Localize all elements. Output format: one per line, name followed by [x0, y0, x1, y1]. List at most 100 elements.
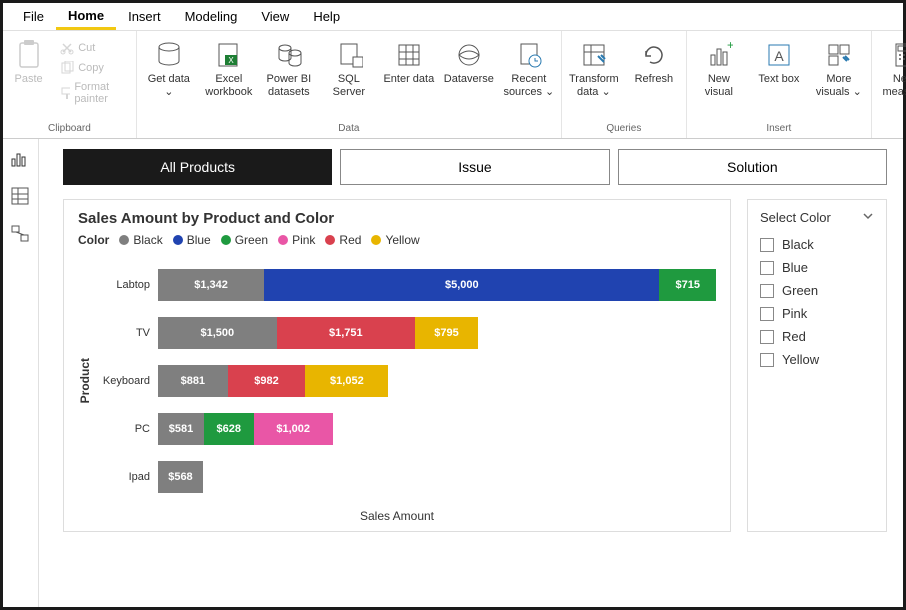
legend-title: Color [78, 233, 109, 247]
bar-segment-black[interactable]: $881 [158, 365, 228, 397]
slicer-option-yellow[interactable]: Yellow [760, 348, 874, 371]
svg-text:X: X [228, 56, 234, 65]
pbi-label: Power BI datasets [263, 73, 315, 98]
dataverse-icon [453, 39, 485, 71]
slicer-header: Select Color [760, 210, 874, 225]
legend-item-yellow[interactable]: Yellow [371, 233, 419, 247]
legend-swatch [173, 235, 183, 245]
bar-segment-green[interactable]: $715 [659, 269, 716, 301]
slicer-title: Select Color [760, 210, 831, 225]
ribbon-group-label: Data [338, 121, 359, 136]
paste-button[interactable]: Paste [9, 35, 48, 86]
menu-item-home[interactable]: Home [56, 4, 116, 30]
cut-button[interactable]: Cut [56, 39, 130, 57]
menu-item-view[interactable]: View [249, 5, 301, 28]
bar-segment-black[interactable]: $1,500 [158, 317, 277, 349]
model-view-icon[interactable] [11, 225, 31, 245]
checkbox-icon [760, 330, 774, 344]
menubar: FileHomeInsertModelingViewHelp [3, 3, 903, 31]
legend-item-blue[interactable]: Blue [173, 233, 211, 247]
button-tabs: All ProductsIssueSolution [63, 149, 887, 185]
legend-item-pink[interactable]: Pink [278, 233, 315, 247]
format-painter-button[interactable]: Format painter [56, 79, 130, 107]
refresh-button[interactable]: Refresh [628, 35, 680, 86]
ribbon-group-insert: +New visual AText box More visuals ⌄ Ins… [687, 31, 872, 138]
bar-segment-red[interactable]: $982 [228, 365, 306, 397]
legend-item-green[interactable]: Green [221, 233, 268, 247]
tab-solution[interactable]: Solution [618, 149, 887, 185]
bar-track: $581$628$1,002 [158, 413, 716, 445]
ribbon-group-data: Get data ⌄ X Excel workbook Power BI data… [137, 31, 562, 138]
bar-segment-pink[interactable]: $1,002 [254, 413, 333, 445]
excel-button[interactable]: X Excel workbook [203, 35, 255, 98]
bar-row: TV$1,500$1,751$795 [98, 309, 716, 357]
copy-button[interactable]: Copy [56, 59, 130, 77]
chart-title: Sales Amount by Product and Color [78, 210, 716, 227]
menu-item-insert[interactable]: Insert [116, 5, 173, 28]
bar-track: $1,500$1,751$795 [158, 317, 716, 349]
recent-label: Recent sources ⌄ [503, 73, 555, 98]
excel-label: Excel workbook [203, 73, 255, 98]
get-data-label: Get data ⌄ [143, 73, 195, 98]
bar-segment-black[interactable]: $581 [158, 413, 204, 445]
sql-icon [333, 39, 365, 71]
slicer-option-red[interactable]: Red [760, 325, 874, 348]
transform-data-button[interactable]: Transform data ⌄ [568, 35, 620, 98]
legend-item-red[interactable]: Red [325, 233, 361, 247]
slicer-option-green[interactable]: Green [760, 279, 874, 302]
menu-item-modeling[interactable]: Modeling [173, 5, 250, 28]
legend-swatch [221, 235, 231, 245]
bar-track: $1,342$5,000$715 [158, 269, 716, 301]
pbi-datasets-button[interactable]: Power BI datasets [263, 35, 315, 98]
bar-segment-yellow[interactable]: $1,052 [305, 365, 388, 397]
new-measure-button[interactable]: New measure [878, 35, 906, 98]
legend-item-black[interactable]: Black [119, 233, 162, 247]
bar-segment-red[interactable]: $1,751 [277, 317, 415, 349]
more-visuals-icon [823, 39, 855, 71]
sql-button[interactable]: SQL Server [323, 35, 375, 98]
recent-sources-button[interactable]: Recent sources ⌄ [503, 35, 555, 98]
refresh-icon [638, 39, 670, 71]
bar-segment-blue[interactable]: $5,000 [264, 269, 659, 301]
new-visual-button[interactable]: +New visual [693, 35, 745, 98]
slicer-option-pink[interactable]: Pink [760, 302, 874, 325]
slicer-option-black[interactable]: Black [760, 233, 874, 256]
slicer-option-blue[interactable]: Blue [760, 256, 874, 279]
text-box-button[interactable]: AText box [753, 35, 805, 86]
tab-all-products[interactable]: All Products [63, 149, 332, 185]
checkbox-icon [760, 284, 774, 298]
clipboard-small-buttons: Cut Copy Format painter [56, 35, 130, 107]
chart-visual[interactable]: Sales Amount by Product and Color Color B… [63, 199, 731, 532]
bar-category-label: Keyboard [98, 375, 158, 387]
textbox-icon: A [763, 39, 795, 71]
clipboard-icon [13, 39, 45, 71]
chevron-down-icon[interactable] [862, 210, 874, 225]
report-view-icon[interactable] [11, 149, 31, 169]
datasets-icon [273, 39, 305, 71]
get-data-button[interactable]: Get data ⌄ [143, 35, 195, 98]
bar-segment-black[interactable]: $1,342 [158, 269, 264, 301]
legend-swatch [119, 235, 129, 245]
bar-segment-black[interactable]: $568 [158, 461, 203, 493]
data-view-icon[interactable] [11, 187, 31, 207]
menu-item-help[interactable]: Help [301, 5, 352, 28]
bar-segment-yellow[interactable]: $795 [415, 317, 478, 349]
slicer-visual[interactable]: Select Color BlackBlueGreenPinkRedYellow [747, 199, 887, 532]
bar-segment-green[interactable]: $628 [204, 413, 254, 445]
checkbox-icon [760, 353, 774, 367]
menu-item-file[interactable]: File [11, 5, 56, 28]
bar-row: Labtop$1,342$5,000$715 [98, 261, 716, 309]
tab-issue[interactable]: Issue [340, 149, 609, 185]
bar-row: Keyboard$881$982$1,052 [98, 357, 716, 405]
legend-swatch [371, 235, 381, 245]
calculator-icon [888, 39, 906, 71]
ribbon-group-calc: New measure Quick measure Calculations [872, 31, 906, 138]
copy-label: Copy [78, 62, 104, 74]
enter-data-button[interactable]: Enter data [383, 35, 435, 86]
database-icon [153, 39, 185, 71]
more-visuals-button[interactable]: More visuals ⌄ [813, 35, 865, 98]
ribbon: Paste Cut Copy Format painter Clipboard … [3, 31, 903, 139]
legend-swatch [325, 235, 335, 245]
dataverse-button[interactable]: Dataverse [443, 35, 495, 86]
bar-track: $568 [158, 461, 716, 493]
